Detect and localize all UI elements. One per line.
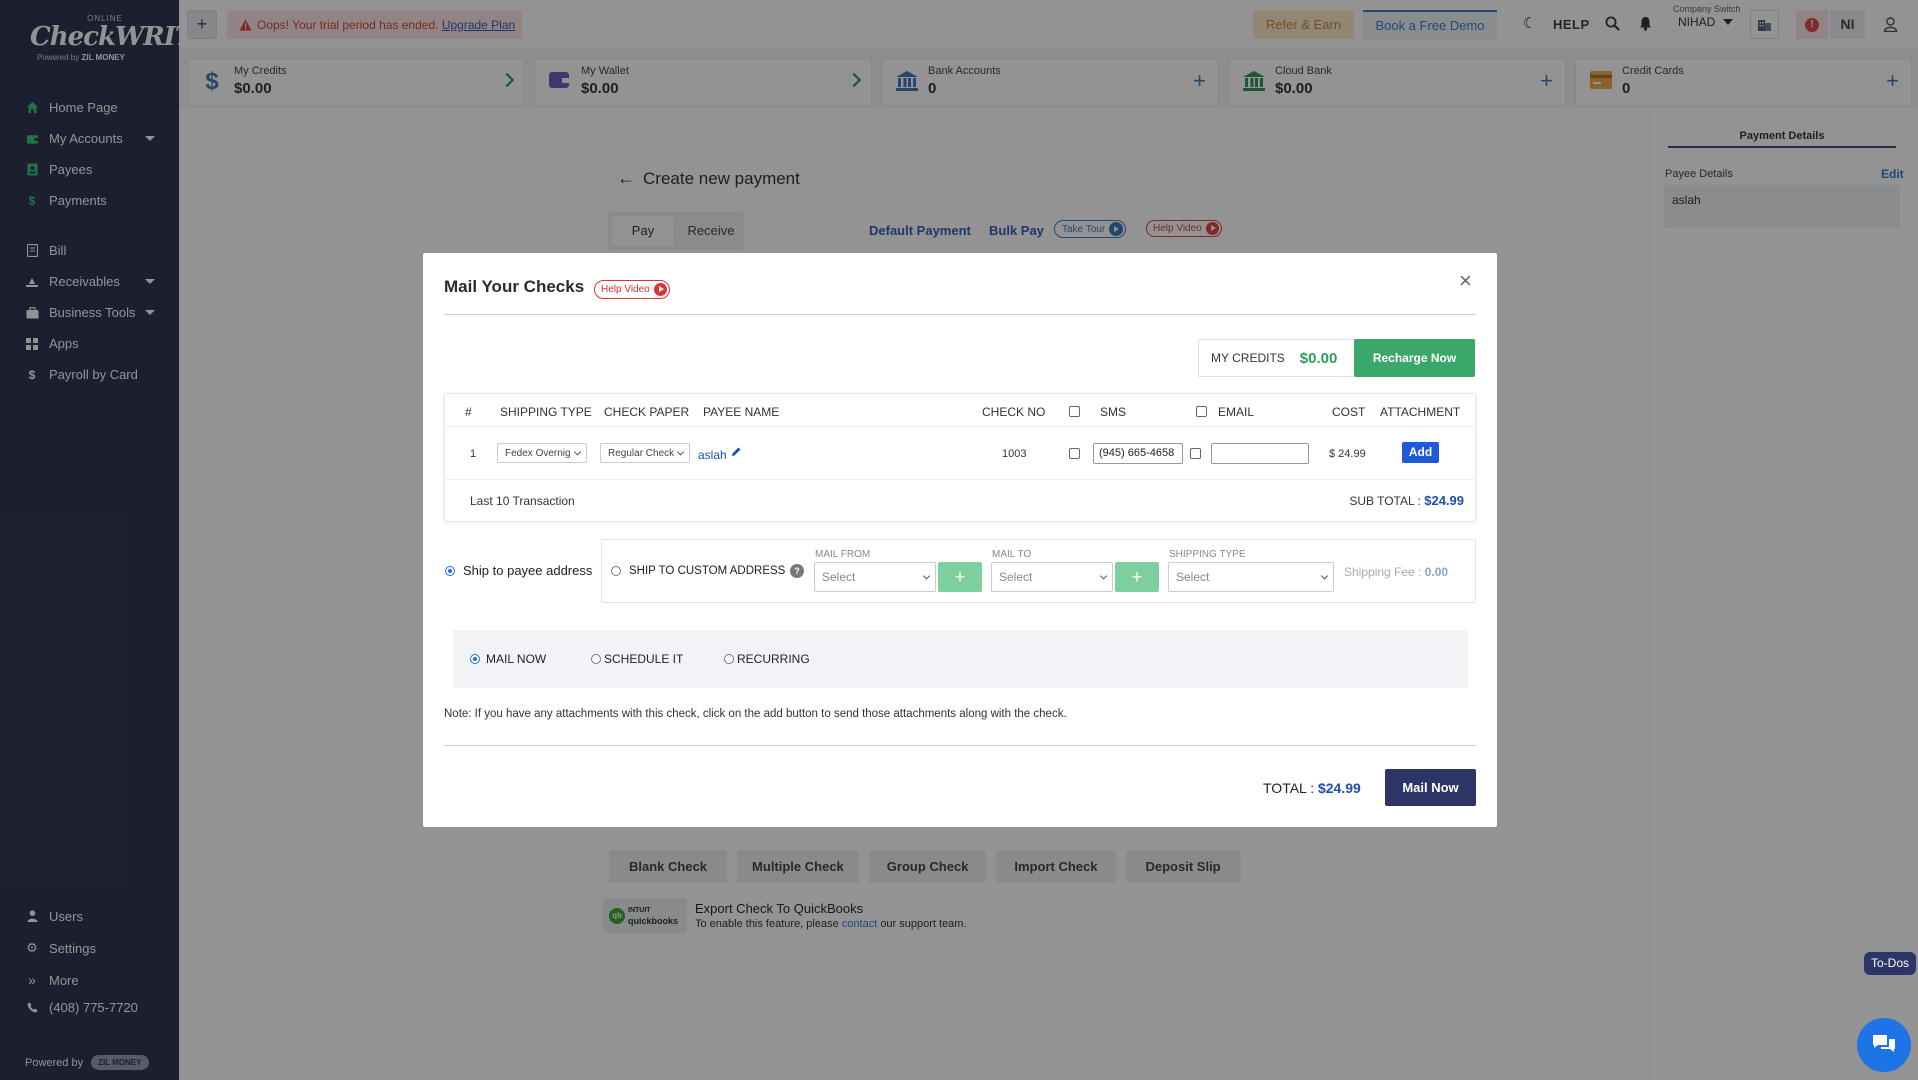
mail-to-select[interactable]: Select (991, 562, 1113, 592)
credits-label: MY CREDITS (1211, 351, 1285, 365)
mail-from-select[interactable]: Select (814, 562, 936, 592)
check-number: 1003 (1002, 448, 1027, 460)
credits-box: MY CREDITS $0.00 (1198, 339, 1355, 377)
shipping-type-dropdown-value: Select (1176, 570, 1210, 584)
row-cost: $ 24.99 (1329, 448, 1366, 460)
schedule-radio[interactable] (591, 654, 601, 664)
chevron-down-icon (1320, 572, 1329, 580)
shipping-fee-label: Shipping Fee : (1344, 565, 1422, 579)
col-sms: SMS (1100, 405, 1127, 419)
mail-to-value: Select (999, 570, 1033, 584)
select-all-sms-checkbox[interactable] (1069, 406, 1080, 417)
modal-divider-bottom (444, 745, 1476, 746)
col-check-paper: CHECK PAPER (604, 405, 690, 419)
add-mail-to-button[interactable]: + (1115, 562, 1159, 592)
col-cost: COST (1332, 405, 1366, 419)
ship-to-payee-label[interactable]: Ship to payee address (463, 563, 592, 578)
shipping-fee-value: 0.00 (1424, 565, 1449, 579)
todos-button[interactable]: To-Dos (1864, 952, 1916, 975)
subtotal-label: SUB TOTAL : (1349, 494, 1421, 508)
total-value: $24.99 (1317, 780, 1361, 796)
modal-title: Mail Your Checks (444, 277, 585, 296)
shipping-type-select[interactable]: Fedex Overnig (497, 443, 587, 463)
shipping-type-label: SHIPPING TYPE (1169, 549, 1246, 560)
shipping-fee: Shipping Fee : 0.00 (1344, 565, 1448, 579)
edit-pencil-icon[interactable] (731, 446, 742, 460)
mail-to-label: MAIL TO (992, 549, 1032, 560)
schedule-label[interactable]: SCHEDULE IT (604, 652, 683, 666)
col-check-no: CHECK NO (982, 405, 1046, 419)
col-payee-name: PAYEE NAME (703, 405, 780, 419)
mail-checks-modal: Mail Your Checks Help Video × MY CREDITS… (423, 253, 1497, 827)
select-all-email-checkbox[interactable] (1196, 406, 1207, 417)
chevron-down-icon (676, 448, 685, 456)
mail-now-label[interactable]: MAIL NOW (486, 652, 546, 666)
shipping-type-dropdown[interactable]: Select (1168, 562, 1334, 592)
subtotal-value: $24.99 (1424, 493, 1464, 508)
check-paper-value: Regular Check (608, 447, 674, 459)
mail-from-label: MAIL FROM (815, 549, 871, 560)
ship-custom-radio[interactable] (611, 566, 621, 576)
help-circle-icon[interactable]: ? (790, 564, 804, 578)
help-video-label: Help Video (601, 284, 650, 295)
sms-phone-input[interactable]: (945) 665-4658 (1093, 443, 1183, 464)
mail-now-radio[interactable] (470, 654, 480, 664)
total-label: TOTAL : (1263, 780, 1315, 796)
close-icon[interactable]: × (1459, 270, 1472, 292)
custom-address-box: SHIP TO CUSTOM ADDRESS ? MAIL FROM Selec… (601, 539, 1476, 603)
row-num: 1 (470, 448, 477, 460)
help-video-button[interactable]: Help Video (594, 280, 670, 299)
chevron-down-icon (573, 448, 582, 456)
sms-checkbox[interactable] (1069, 448, 1080, 459)
total: TOTAL : $24.99 (1263, 780, 1361, 796)
recurring-label[interactable]: RECURRING (737, 652, 810, 666)
col-email: EMAIL (1218, 405, 1255, 419)
checks-table: # SHIPPING TYPE CHECK PAPER PAYEE NAME C… (444, 393, 1476, 522)
chat-button[interactable] (1857, 1018, 1911, 1072)
mail-from-value: Select (822, 570, 856, 584)
attachment-note: Note: If you have any attachments with t… (444, 708, 1067, 720)
mail-options-box: MAIL NOW SCHEDULE IT RECURRING (453, 630, 1468, 688)
add-mail-from-button[interactable]: + (938, 562, 982, 592)
col-shipping-type: SHIPPING TYPE (500, 405, 592, 419)
table-row: 1 Fedex Overnig Regular Check aslah 1003… (445, 428, 1475, 480)
modal-divider (444, 314, 1476, 315)
last-10-transaction-link[interactable]: Last 10 Transaction (470, 494, 575, 508)
chevron-down-icon (922, 572, 931, 580)
col-attachment: ATTACHMENT (1380, 405, 1461, 419)
check-paper-select[interactable]: Regular Check (600, 443, 690, 463)
credits-value: $0.00 (1299, 349, 1338, 367)
recharge-now-button[interactable]: Recharge Now (1354, 339, 1475, 377)
mail-now-button[interactable]: Mail Now (1385, 769, 1476, 806)
ship-to-payee-radio[interactable] (445, 566, 455, 576)
table-header: # SHIPPING TYPE CHECK PAPER PAYEE NAME C… (445, 394, 1475, 427)
chevron-down-icon (1099, 572, 1108, 580)
add-attachment-button[interactable]: Add (1402, 442, 1439, 463)
payee-name-link[interactable]: aslah (698, 448, 727, 462)
email-checkbox[interactable] (1190, 448, 1201, 459)
ship-custom-label[interactable]: SHIP TO CUSTOM ADDRESS (629, 565, 785, 577)
shipping-type-value: Fedex Overnig (505, 447, 571, 459)
col-num: # (465, 405, 472, 419)
recurring-radio[interactable] (724, 654, 734, 664)
email-input[interactable] (1211, 443, 1309, 464)
chat-icon (1871, 1033, 1897, 1058)
play-icon (653, 283, 667, 296)
subtotal: SUB TOTAL : $24.99 (1349, 493, 1464, 508)
